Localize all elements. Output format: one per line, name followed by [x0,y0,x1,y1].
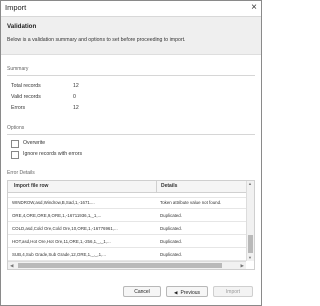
valid-records-label: Valid records [11,94,41,100]
column-header-details[interactable]: Details [156,181,177,192]
table-row[interactable]: WINDROW,asd,Windrow,B,Sad,1,-1671.... To… [8,197,246,209]
validation-header: Validation Below is a validation summary… [1,17,261,55]
import-dialog: Import × Validation Below is a validatio… [0,0,262,306]
import-file-row-cell: WINDROW,asd,Windrow,B,Sad,1,-1671.... [12,200,95,205]
summary-divider [7,75,255,76]
previous-button-label: Previous [180,290,200,296]
import-file-row-cell: COLD,asd,Cold Ore,Cold Ore,10,ORE,1,-167… [12,226,118,231]
previous-button[interactable]: ◀ Previous [166,286,208,297]
error-details-section-label: Error Details [7,170,35,176]
scroll-up-icon[interactable]: ▲ [248,181,252,187]
overwrite-label: Overwrite [23,140,46,146]
overwrite-checkbox[interactable] [11,140,19,148]
column-header-import-file-row[interactable]: Import file row [14,181,48,192]
table-row[interactable]: SUB,4,Sub Grade,Sub Grade,12,ORE,1,_,_,1… [8,249,246,261]
cancel-button[interactable]: Cancel [123,286,161,297]
close-icon[interactable]: × [251,1,257,15]
scroll-left-icon[interactable]: ◀ [10,262,13,269]
options-section-label: Options [7,125,25,131]
horizontal-scroll-thumb[interactable] [18,263,222,268]
window-title: Import [5,3,27,12]
vertical-scrollbar[interactable]: ▲ ▼ [246,181,254,261]
details-cell: Duplicated. [160,252,182,257]
validation-title: Validation [7,23,37,30]
options-divider [7,134,255,135]
details-cell: Duplicated. [160,213,182,218]
table-body: WINDROW,asd,Windrow,B,Sad,1,-1671.... To… [8,192,246,262]
summary-section-label: Summary [7,66,29,72]
validation-subtitle: Below is a validation summary and option… [7,37,186,43]
ignore-errors-label: Ignore records with errors [23,151,83,157]
import-button[interactable]: Import [213,286,253,297]
table-row[interactable]: HOT,asd,Hot Ore,Hot Ore,11,ORE,1,-256,1,… [8,236,246,248]
horizontal-scrollbar[interactable]: ◀ ▶ [8,261,246,269]
error-details-table: Import file row Details WINDROW,asd,Wind… [7,180,255,270]
total-records-label: Total records [11,83,41,89]
details-cell: Duplicated. [160,239,182,244]
table-row[interactable]: COLD,asd,Cold Ore,Cold Ore,10,ORE,1,-167… [8,223,246,235]
table-row[interactable]: ORE,4,ORE,ORE,9,ORE,1,-16711936,1,_1,...… [8,210,246,222]
vertical-scroll-thumb[interactable] [248,235,253,253]
scroll-down-icon[interactable]: ▼ [248,255,252,261]
errors-value: 12 [73,105,79,111]
import-file-row-cell: HOT,asd,Hot Ore,Hot Ore,11,ORE,1,-256,1,… [12,239,111,244]
title-bar: Import × [1,1,261,17]
import-file-row-cell: SUB,4,Sub Grade,Sub Grade,12,ORE,1,_,_,1… [12,252,106,257]
total-records-value: 12 [73,83,79,89]
details-cell: Duplicated. [160,226,182,231]
triangle-left-icon: ◀ [174,290,178,295]
details-cell: Token attribute value not found. [160,200,222,205]
import-file-row-cell: ORE,4,ORE,ORE,9,ORE,1,-16711936,1,_1,... [12,213,102,218]
scroll-right-icon[interactable]: ▶ [241,262,244,269]
errors-label: Errors [11,105,26,111]
ignore-errors-checkbox[interactable] [11,151,19,159]
valid-records-value: 0 [73,94,76,100]
